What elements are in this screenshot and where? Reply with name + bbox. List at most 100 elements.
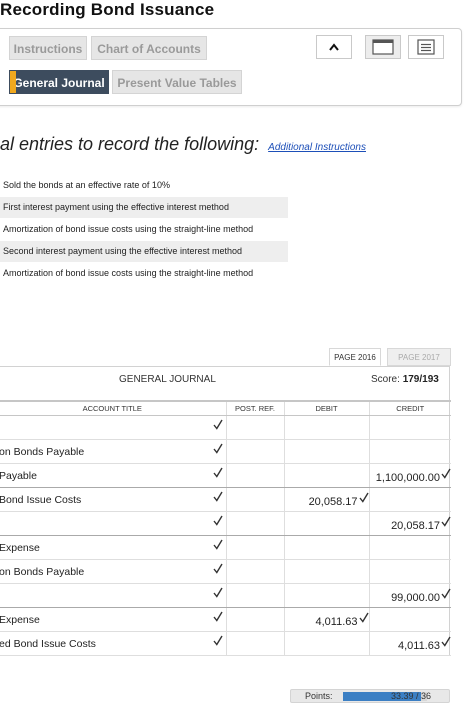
debit-cell[interactable] — [283, 559, 369, 584]
page-2017-tab[interactable]: PAGE 2017 — [387, 348, 451, 366]
debit-cell[interactable]: 20,058.17 — [283, 487, 369, 512]
debit-amount: 4,011.63 — [315, 615, 358, 628]
debit-cell[interactable] — [283, 511, 369, 536]
account-title-cell[interactable]: Payable — [0, 463, 226, 488]
journal-row: Expense — [0, 535, 451, 560]
column-header-account: ACCOUNT TITLE — [0, 400, 226, 416]
debit-cell[interactable] — [283, 463, 369, 488]
page-title: Recording Bond Issuance — [0, 0, 215, 19]
account-title-text: on Bonds Payable — [0, 445, 85, 458]
debit-cell[interactable] — [283, 415, 369, 440]
window-view-button[interactable] — [365, 35, 401, 59]
debit-cell[interactable] — [283, 583, 369, 608]
debit-cell[interactable]: 4,011.63 — [283, 607, 369, 632]
credit-amount: 99,000.00 — [391, 591, 440, 604]
credit-cell[interactable]: 1,100,000.00 — [368, 463, 451, 488]
post-ref-cell[interactable] — [225, 511, 284, 536]
check-icon — [212, 467, 223, 478]
check-icon — [441, 516, 451, 527]
journal-score: Score: 179/193 — [371, 374, 439, 385]
check-icon — [212, 635, 223, 646]
check-icon — [358, 492, 369, 503]
tab-instructions[interactable]: Instructions — [9, 36, 87, 60]
instructions-heading: al entries to record the following: Addi… — [0, 134, 366, 155]
tab-marker — [10, 71, 16, 93]
journal-title: GENERAL JOURNAL — [119, 374, 216, 385]
post-ref-cell[interactable] — [225, 463, 284, 488]
credit-cell[interactable] — [368, 559, 451, 584]
credit-cell[interactable] — [368, 415, 451, 440]
check-icon — [358, 612, 369, 623]
post-ref-cell[interactable] — [225, 607, 284, 632]
check-icon — [212, 443, 223, 454]
credit-amount: 4,011.63 — [397, 639, 440, 652]
account-title-cell[interactable]: Bond Issue Costs — [0, 487, 226, 512]
credit-cell[interactable]: 4,011.63 — [368, 631, 451, 656]
credit-cell[interactable] — [368, 607, 451, 632]
requirement-item: First interest payment using the effecti… — [0, 197, 288, 218]
check-icon — [212, 419, 223, 430]
post-ref-cell[interactable] — [225, 583, 284, 608]
score-label: Score: — [371, 374, 400, 385]
credit-cell[interactable]: 20,058.17 — [368, 511, 451, 536]
journal-row: Bond Issue Costs 20,058.17 — [0, 487, 451, 512]
account-title-text: ed Bond Issue Costs — [0, 637, 96, 650]
debit-cell[interactable] — [283, 631, 369, 656]
credit-amount: 1,100,000.00 — [375, 471, 440, 484]
check-icon — [212, 611, 223, 622]
account-title-cell[interactable]: Expense — [0, 535, 226, 560]
check-icon — [441, 588, 451, 599]
journal-row: on Bonds Payable — [0, 559, 451, 584]
debit-cell[interactable] — [283, 535, 369, 560]
journal-table: ACCOUNT TITLE POST. REF. DEBIT CREDIT on… — [0, 400, 451, 656]
tab-general-journal[interactable]: General Journal — [9, 70, 109, 94]
account-title-cell[interactable]: ed Bond Issue Costs — [0, 631, 226, 656]
account-title-cell[interactable] — [0, 415, 226, 440]
page-2016-tab[interactable]: PAGE 2016 — [329, 348, 381, 366]
account-title-text: on Bonds Payable — [0, 565, 85, 578]
credit-cell[interactable] — [368, 439, 451, 464]
journal-row: 99,000.00 — [0, 583, 451, 608]
account-title-cell[interactable]: on Bonds Payable — [0, 559, 226, 584]
chevron-up-icon — [329, 43, 339, 51]
list-view-button[interactable] — [408, 35, 444, 59]
credit-amount: 20,058.17 — [391, 519, 440, 532]
general-journal: GENERAL JOURNAL Score: 179/193 ACCOUNT T… — [0, 366, 451, 656]
post-ref-cell[interactable] — [225, 415, 284, 440]
collapse-button[interactable] — [316, 35, 352, 59]
credit-cell[interactable]: 99,000.00 — [368, 583, 451, 608]
journal-row: on Bonds Payable — [0, 439, 451, 464]
tab-chart-of-accounts[interactable]: Chart of Accounts — [91, 36, 207, 60]
additional-instructions-link[interactable]: Additional Instructions — [268, 142, 366, 153]
credit-cell[interactable] — [368, 487, 451, 512]
journal-row: Payable 1,100,000.00 — [0, 463, 451, 488]
account-title-text: Payable — [0, 469, 37, 482]
account-title-cell[interactable]: Expense — [0, 607, 226, 632]
check-icon — [441, 636, 451, 647]
credit-cell[interactable] — [368, 535, 451, 560]
post-ref-cell[interactable] — [225, 487, 284, 512]
post-ref-cell[interactable] — [225, 631, 284, 656]
account-title-cell[interactable] — [0, 583, 226, 608]
column-header-debit: DEBIT — [283, 400, 369, 416]
post-ref-cell[interactable] — [225, 535, 284, 560]
points-bar: Points: 33.39 / 36 — [290, 689, 450, 703]
account-title-cell[interactable] — [0, 511, 226, 536]
list-icon — [417, 39, 435, 55]
post-ref-cell[interactable] — [225, 559, 284, 584]
journal-row: Expense 4,011.63 — [0, 607, 451, 632]
account-title-cell[interactable]: on Bonds Payable — [0, 439, 226, 464]
debit-cell[interactable] — [283, 439, 369, 464]
column-header-post-ref: POST. REF. — [225, 400, 284, 416]
journal-row: 20,058.17 — [0, 511, 451, 536]
account-title-text: Expense — [0, 541, 40, 554]
check-icon — [212, 491, 223, 502]
requirement-item: Amortization of bond issue costs using t… — [3, 224, 254, 234]
tab-present-value-tables[interactable]: Present Value Tables — [112, 70, 242, 94]
journal-rows: on Bonds Payable Payable 1,100,000.00 Bond … — [0, 415, 451, 656]
requirement-item: Second interest payment using the effect… — [0, 241, 288, 262]
score-value: 179/193 — [402, 374, 439, 385]
tab-panel: Instructions Chart of Accounts General J… — [0, 28, 462, 106]
post-ref-cell[interactable] — [225, 439, 284, 464]
check-icon — [212, 563, 223, 574]
